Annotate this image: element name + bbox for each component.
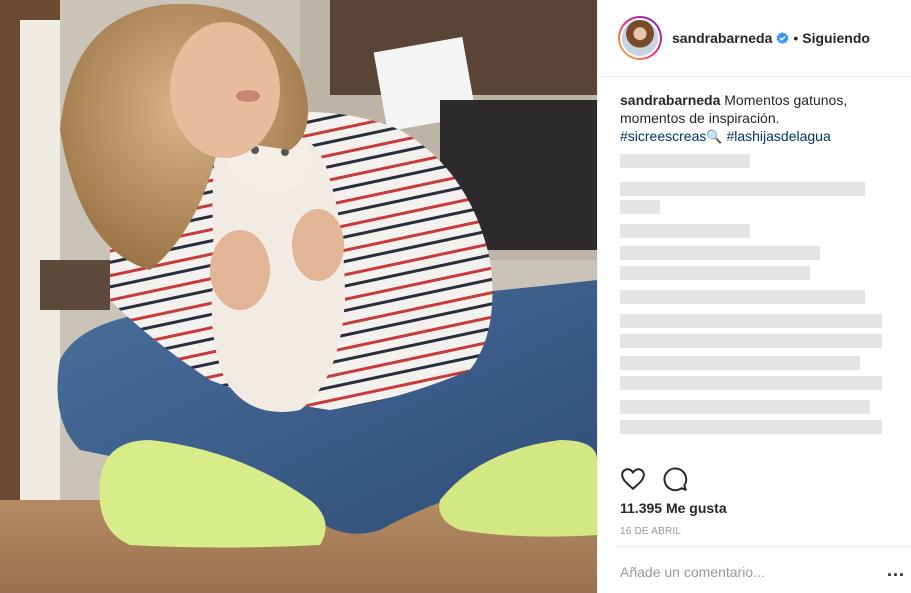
heart-icon[interactable] [620, 466, 646, 492]
likes-count[interactable]: 11.395 Me gusta [620, 500, 727, 516]
blurred-line [620, 154, 750, 168]
username-link[interactable]: sandrabarneda [672, 30, 772, 46]
verified-badge-icon [776, 31, 789, 44]
caption-username[interactable]: sandrabarneda [620, 92, 720, 108]
magnifying-glass-emoji-icon: 🔍 [706, 129, 723, 144]
action-bar [620, 466, 688, 492]
comment-input[interactable]: Añade un comentario... [620, 564, 765, 580]
blurred-line [620, 314, 882, 328]
hashtag-link[interactable]: #lashijasdelagua [726, 128, 830, 144]
blurred-line [620, 246, 820, 260]
blurred-line [620, 420, 882, 434]
post-caption: sandrabarneda Momentos gatunos, momentos… [598, 77, 911, 146]
post-sidebar: sandrabarneda • Siguiendo sandrabarneda … [597, 0, 911, 593]
ellipsis-icon[interactable]: ... [887, 560, 905, 581]
post-header: sandrabarneda • Siguiendo [598, 0, 911, 77]
divider [616, 546, 911, 547]
instagram-post: sandrabarneda • Siguiendo sandrabarneda … [0, 0, 911, 593]
blurred-comments [620, 154, 889, 454]
photo-woman-with-cat [0, 0, 597, 593]
separator-dot: • [793, 30, 799, 46]
blurred-line [620, 290, 865, 304]
avatar[interactable] [618, 16, 662, 60]
blurred-line [620, 400, 870, 414]
avatar-image [622, 20, 658, 56]
comment-bubble-icon[interactable] [662, 466, 688, 492]
blurred-line [620, 376, 882, 390]
hashtag-link[interactable]: #sicreescreas [620, 128, 706, 144]
blurred-line [620, 224, 750, 238]
blurred-line [620, 200, 660, 214]
blurred-line [620, 356, 860, 370]
post-photo[interactable] [0, 0, 597, 593]
blurred-line [620, 334, 882, 348]
blurred-line [620, 266, 810, 280]
blurred-line [620, 182, 865, 196]
following-button[interactable]: Siguiendo [802, 30, 870, 46]
post-date: 16 DE ABRIL [620, 526, 682, 537]
